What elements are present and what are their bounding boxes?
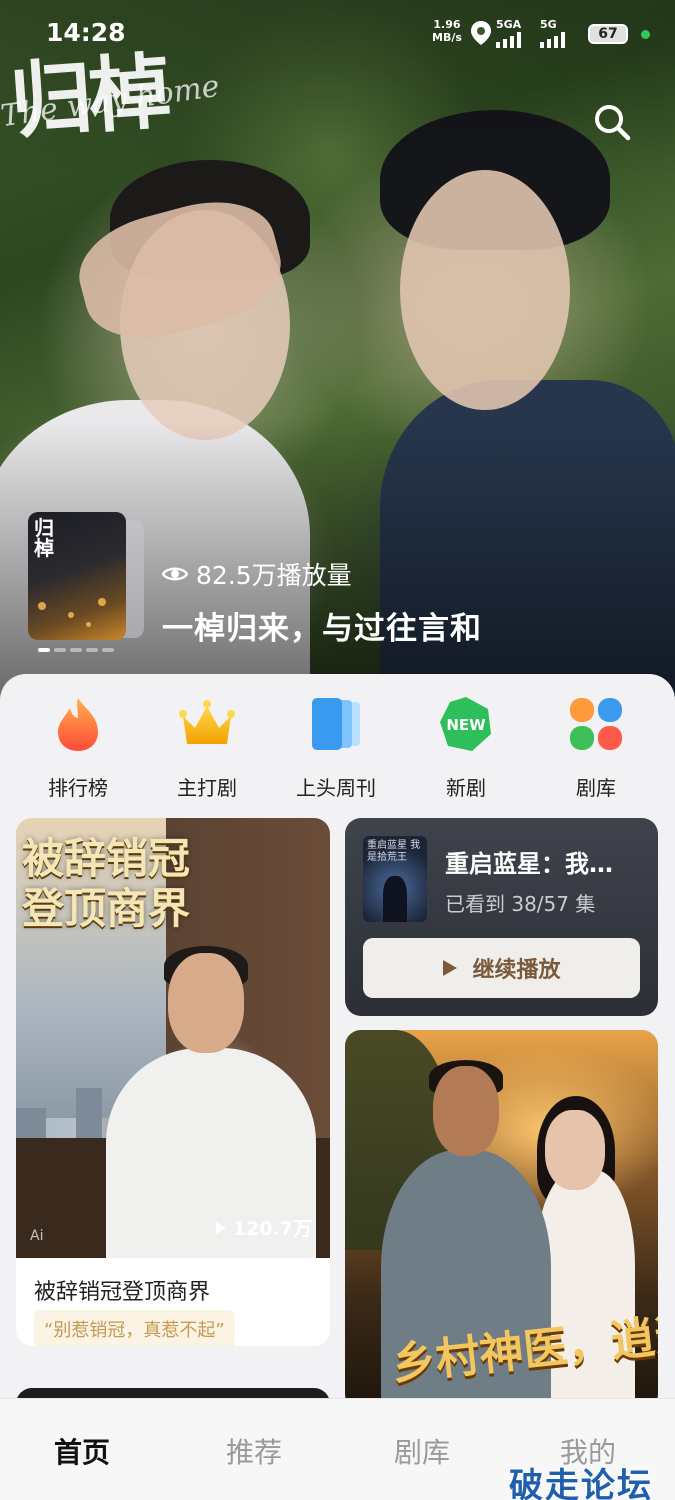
play-icon (215, 1221, 226, 1234)
quick-nav-library[interactable]: 剧库 (536, 694, 656, 801)
clock: 14:28 (46, 18, 126, 47)
lantern-glow (68, 612, 74, 618)
tab-recommend[interactable]: 推荐 (226, 1431, 282, 1471)
quick-nav-main-drama[interactable]: 主打剧 (147, 694, 267, 801)
sim2-label: 5G (540, 18, 557, 31)
play-count-text: 120.7万 (232, 1218, 312, 1240)
poster-figure (545, 1110, 605, 1190)
tab-library[interactable]: 剧库 (394, 1431, 450, 1471)
flame-icon (58, 698, 98, 751)
continue-watching-card[interactable]: 重启蓝星 我是拾荒王 重启蓝星：我是拾荒王 已看到 38/57 集 继续播放 (345, 818, 658, 1016)
ai-mark: Ai (30, 1228, 44, 1244)
continue-play-label: 继续播放 (472, 958, 561, 983)
battery-icon: 67 (588, 24, 628, 44)
lantern-glow (98, 598, 106, 606)
quick-nav-label: 排行榜 (48, 776, 108, 800)
carousel-dot[interactable] (54, 648, 66, 652)
crown-icon (179, 700, 235, 744)
carousel-dot[interactable] (38, 648, 50, 652)
network-speed: 1.96 MB/s (432, 18, 462, 44)
drama-card[interactable]: 被辞销冠 登顶商界 Ai 120.7万 被辞销冠登顶商界 “别惹销冠，真惹不起” (16, 818, 330, 1346)
continue-title: 重启蓝星：我是拾荒王 (445, 850, 635, 878)
signal-bars-icon (496, 32, 521, 48)
sim2-signal: 5G (540, 18, 565, 48)
play-icon (443, 960, 458, 976)
quick-nav-label: 上头周刊 (296, 776, 376, 800)
location-icon (471, 21, 491, 45)
hero-mini-poster[interactable]: 归棹 (28, 512, 126, 640)
quick-nav-weekly[interactable]: 上头周刊 (276, 694, 396, 801)
thumbnail-title: 重启蓝星 我是拾荒王 (367, 840, 421, 863)
four-petal-icon (570, 698, 622, 750)
poster-figure (168, 953, 244, 1053)
sim1-label: 5GA (496, 18, 522, 31)
watermark: 破走论坛 (509, 1466, 653, 1500)
carousel-dot[interactable] (86, 648, 98, 652)
net-speed-value: 1.96 (433, 18, 461, 31)
battery-level: 67 (598, 26, 618, 42)
lantern-glow (38, 602, 46, 610)
search-icon[interactable] (590, 100, 634, 144)
carousel-indicator[interactable] (38, 648, 114, 652)
privacy-indicator-dot (641, 30, 650, 39)
thumbnail-figure (383, 876, 407, 922)
mini-poster-title: 归棹 (34, 516, 54, 560)
drama-tagline-badge: “别惹销冠，真惹不起” (34, 1310, 235, 1346)
stacked-cards-icon (312, 698, 360, 750)
continue-play-button[interactable]: 继续播放 (363, 938, 640, 998)
svg-text:NEW: NEW (446, 716, 486, 734)
quick-nav-new-drama[interactable]: NEW 新剧 (406, 694, 526, 801)
carousel-dot[interactable] (70, 648, 82, 652)
status-bar: 14:28 1.96 MB/s 5GA 5G 67 (0, 0, 675, 66)
view-count-text: 82.5万播放量 (196, 561, 352, 590)
quick-nav: 排行榜 主打剧 上头周刊 NEW 新剧 剧库 (0, 694, 675, 804)
hero-banner[interactable]: 归棹 The way home 归棹 82.5万播放量 一棹归来，与过往言和 (0, 0, 675, 700)
sim1-signal: 5GA (496, 18, 521, 48)
quick-nav-label: 新剧 (446, 776, 486, 800)
poster-title-line: 被辞销冠 (22, 834, 191, 883)
view-count: 82.5万播放量 (162, 556, 352, 592)
lantern-glow (86, 622, 91, 627)
poster-figure (433, 1066, 499, 1156)
drama-title: 被辞销冠登顶商界 (34, 1280, 211, 1305)
net-speed-unit: MB/s (432, 31, 462, 44)
quick-nav-label: 主打剧 (177, 776, 237, 800)
poster-title-line: 登顶商界 (22, 884, 191, 933)
signal-bars-icon (540, 32, 565, 48)
drama-poster: 被辞销冠 登顶商界 Ai 120.7万 (16, 818, 330, 1258)
drama-poster: 乡村神医，逍遥花都 (345, 1030, 658, 1410)
continue-thumbnail: 重启蓝星 我是拾荒王 (363, 836, 427, 922)
quick-nav-ranking[interactable]: 排行榜 (18, 694, 138, 801)
tab-home[interactable]: 首页 (54, 1431, 110, 1471)
episode-progress: 已看到 38/57 集 (445, 892, 596, 916)
drama-card[interactable]: 乡村神医，逍遥花都 (345, 1030, 658, 1410)
eye-icon (162, 567, 188, 581)
carousel-dot[interactable] (102, 648, 114, 652)
content-sheet: 排行榜 主打剧 上头周刊 NEW 新剧 剧库 被辞销冠 登顶商界 Ai 120.… (0, 674, 675, 1500)
quick-nav-label: 剧库 (576, 776, 616, 800)
hero-tagline: 一棹归来，与过往言和 (162, 611, 482, 647)
new-badge-icon: NEW (440, 697, 491, 751)
poster-title: 被辞销冠 登顶商界 (22, 834, 202, 934)
play-count: 120.7万 (215, 1214, 312, 1241)
